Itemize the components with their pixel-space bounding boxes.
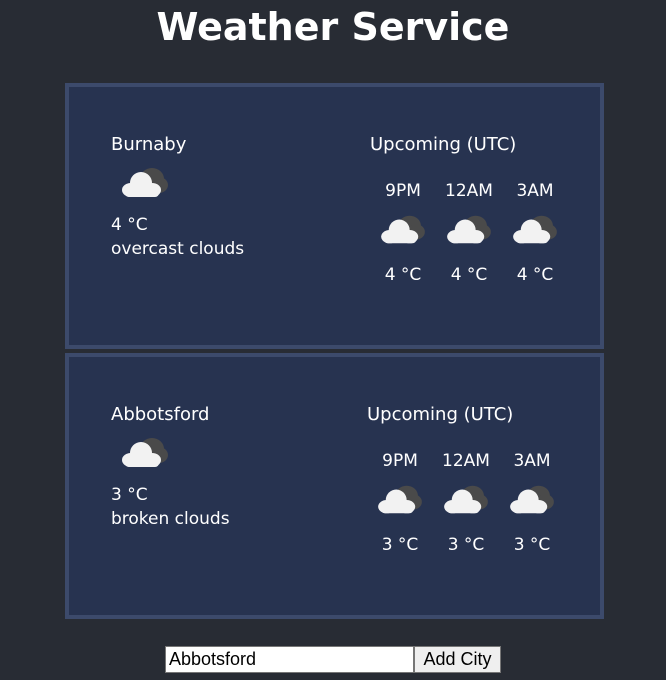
forecast-slots: 9PM 3 °C 12AM 3 °C 3AM 3 °C xyxy=(367,449,565,557)
cloud-icon xyxy=(122,438,168,467)
cloud-icon xyxy=(122,168,168,197)
forecast-slot: 3AM 3 °C xyxy=(499,449,565,557)
add-city-form: Add City xyxy=(165,646,501,673)
current-temperature: 4 °C xyxy=(111,215,148,235)
forecast-temperature: 3 °C xyxy=(447,535,485,555)
forecast-slot: 12AM 3 °C xyxy=(433,449,499,557)
cloud-icon xyxy=(378,485,422,514)
forecast-time: 3AM xyxy=(516,181,554,201)
forecast-time: 9PM xyxy=(385,181,421,201)
page-title: Weather Service xyxy=(156,5,510,49)
forecast-slots: 9PM 4 °C 12AM 4 °C 3AM 4 °C xyxy=(370,179,568,287)
forecast-temperature: 4 °C xyxy=(516,265,554,285)
add-city-button[interactable]: Add City xyxy=(414,646,501,673)
upcoming-forecast: Upcoming (UTC) 9PM 3 °C 12AM 3 °C 3AM 3 … xyxy=(367,403,565,557)
upcoming-forecast: Upcoming (UTC) 9PM 4 °C 12AM 4 °C 3AM 4 … xyxy=(370,133,568,287)
city-card-abbotsford: Abbotsford 3 °C broken clouds Upcoming (… xyxy=(65,353,604,619)
forecast-slot: 12AM 4 °C xyxy=(436,179,502,287)
upcoming-title: Upcoming (UTC) xyxy=(367,404,514,425)
forecast-temperature: 4 °C xyxy=(450,265,488,285)
city-input[interactable] xyxy=(165,646,414,673)
current-weather: Abbotsford 3 °C broken clouds xyxy=(111,403,230,531)
cloud-icon xyxy=(510,485,554,514)
current-temperature: 3 °C xyxy=(111,485,148,505)
forecast-temperature: 4 °C xyxy=(384,265,422,285)
upcoming-title: Upcoming (UTC) xyxy=(370,134,517,155)
cloud-icon xyxy=(381,215,425,244)
forecast-slot: 9PM 4 °C xyxy=(370,179,436,287)
city-name: Burnaby xyxy=(111,134,187,155)
forecast-time: 3AM xyxy=(513,451,551,471)
city-name: Abbotsford xyxy=(111,404,210,425)
forecast-temperature: 3 °C xyxy=(381,535,419,555)
cloud-icon xyxy=(513,215,557,244)
weather-description: broken clouds xyxy=(111,509,230,529)
current-weather: Burnaby 4 °C overcast clouds xyxy=(111,133,244,261)
cloud-icon xyxy=(447,215,491,244)
forecast-slot: 3AM 4 °C xyxy=(502,179,568,287)
forecast-time: 9PM xyxy=(382,451,418,471)
forecast-time: 12AM xyxy=(442,451,490,471)
forecast-time: 12AM xyxy=(445,181,493,201)
city-card-burnaby: Burnaby 4 °C overcast clouds Upcoming (U… xyxy=(65,83,604,349)
cloud-icon xyxy=(444,485,488,514)
forecast-slot: 9PM 3 °C xyxy=(367,449,433,557)
weather-description: overcast clouds xyxy=(111,239,245,259)
forecast-temperature: 3 °C xyxy=(513,535,551,555)
